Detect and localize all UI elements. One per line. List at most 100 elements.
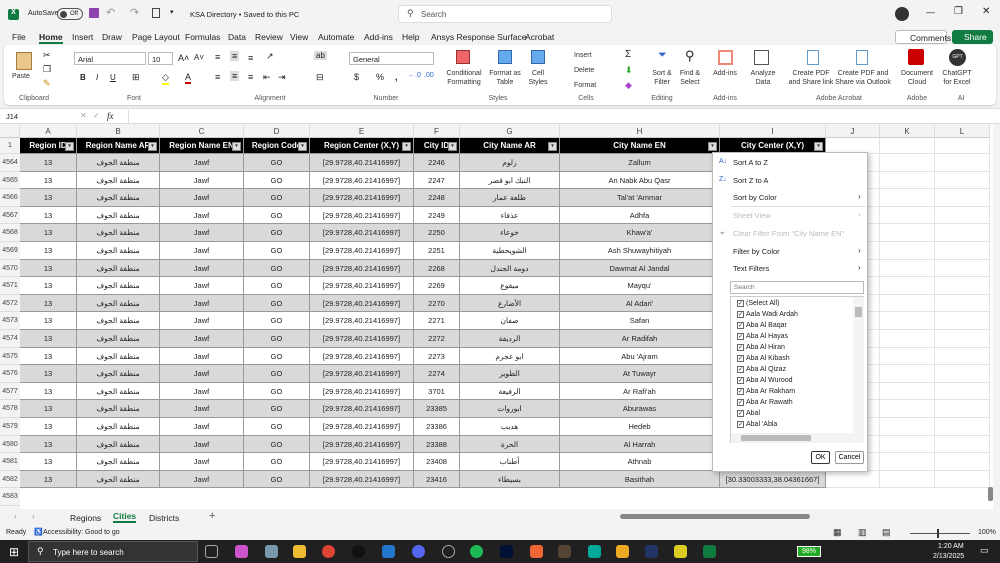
horizontal-scrollbar[interactable] <box>620 514 810 519</box>
table-cell[interactable]: منطقة الجوف <box>77 224 160 242</box>
insert-function-button[interactable]: fx <box>107 111 114 121</box>
table-cell[interactable] <box>935 277 990 295</box>
table-cell[interactable]: 13 <box>20 224 77 242</box>
table-cell[interactable]: Khaw'a' <box>560 224 720 242</box>
align-top-icon[interactable]: ≡ <box>215 52 220 62</box>
table-cell[interactable]: GO <box>244 418 310 436</box>
font-name-select[interactable]: Arial <box>74 52 146 65</box>
decrease-decimal-icon[interactable]: .00 <box>424 72 434 79</box>
row-header[interactable]: 4565 <box>0 171 20 190</box>
table-cell[interactable] <box>880 259 935 278</box>
row-header[interactable]: 4574 <box>0 330 20 348</box>
table-cell[interactable]: 13 <box>20 277 77 295</box>
app-icon[interactable] <box>442 545 455 558</box>
table-cell[interactable]: 23388 <box>414 435 460 454</box>
table-cell[interactable]: [29.9728,40.21416997] <box>310 171 414 190</box>
table-cell[interactable]: 13 <box>20 470 77 489</box>
checkbox-checked-icon[interactable]: ✓ <box>737 399 744 406</box>
table-cell[interactable]: منطقة الجوف <box>77 312 160 330</box>
table-cell[interactable]: 2250 <box>414 224 460 242</box>
table-cell[interactable]: صفان <box>460 312 560 330</box>
table-cell[interactable]: GO <box>244 242 310 260</box>
sort-filter-button[interactable]: Sort & Filter <box>650 69 674 87</box>
table-cell[interactable]: هديب <box>460 418 560 436</box>
tab-view[interactable]: View <box>290 32 308 42</box>
tab-data[interactable]: Data <box>228 32 246 42</box>
paste-button[interactable]: Paste <box>12 72 30 81</box>
table-cell[interactable]: 13 <box>20 400 77 418</box>
table-cell[interactable]: النبك ابو قصر <box>460 171 560 190</box>
column-header[interactable]: K <box>880 125 935 138</box>
filter-values-list[interactable]: ✓ (Select All) ✓ Aala Wadi Ardah ✓ Aba Al Baq… <box>730 296 864 443</box>
table-cell[interactable] <box>935 365 990 383</box>
table-cell[interactable]: Jawf <box>160 347 244 366</box>
spotify-icon[interactable] <box>470 545 483 558</box>
app-icon[interactable] <box>616 545 629 558</box>
table-cell[interactable] <box>880 206 935 225</box>
table-cell[interactable]: [29.9728,40.21416997] <box>310 224 414 242</box>
table-cell[interactable]: Dawmat Al Jandal <box>560 259 720 278</box>
table-header-cell[interactable]: Region Center (X,Y) ▾ <box>310 138 414 154</box>
table-cell[interactable]: 23408 <box>414 453 460 471</box>
table-cell[interactable]: Jawf <box>160 294 244 313</box>
table-cell[interactable]: GO <box>244 400 310 418</box>
table-cell[interactable]: GO <box>244 347 310 366</box>
checkbox-checked-icon[interactable]: ✓ <box>737 366 744 373</box>
column-header[interactable]: H <box>560 125 720 138</box>
table-cell[interactable]: [29.9728,40.21416997] <box>310 382 414 401</box>
table-cell[interactable] <box>935 154 990 172</box>
table-cell[interactable]: Ar Radifah <box>560 330 720 348</box>
table-cell[interactable]: 13 <box>20 435 77 454</box>
table-cell[interactable]: 13 <box>20 189 77 207</box>
cancel-icon[interactable]: ✕ <box>80 111 87 120</box>
row-header[interactable]: 4570 <box>0 259 20 278</box>
table-header-cell[interactable]: Region Name AR ▾ <box>77 138 160 154</box>
table-cell[interactable] <box>935 400 990 418</box>
table-cell[interactable]: 13 <box>20 171 77 190</box>
filter-value-item[interactable]: ✓ Aba Al Hiran <box>737 344 785 351</box>
empty-cell[interactable] <box>880 138 935 154</box>
table-cell[interactable]: 13 <box>20 418 77 436</box>
table-cell[interactable]: 2269 <box>414 277 460 295</box>
filter-value-item[interactable]: ✓ (Select All) <box>737 300 779 307</box>
table-cell[interactable]: 23416 <box>414 470 460 489</box>
row-header[interactable]: 4566 <box>0 189 20 207</box>
table-cell[interactable]: Adhfa <box>560 206 720 225</box>
excel-taskbar-icon[interactable] <box>703 545 716 558</box>
row-header[interactable]: 4568 <box>0 224 20 242</box>
table-cell[interactable] <box>880 189 935 207</box>
table-cell[interactable]: Jawf <box>160 154 244 172</box>
align-left-icon[interactable]: ≡ <box>215 72 220 82</box>
filter-dropdown-button[interactable]: ▾ <box>814 142 823 151</box>
table-cell[interactable] <box>935 453 990 471</box>
format-as-table-button[interactable]: Format as Table <box>486 69 524 87</box>
sheet-tab-cities[interactable]: Cities <box>113 511 137 523</box>
filter-by-color[interactable]: Filter by Color <box>733 247 780 256</box>
table-cell[interactable] <box>880 154 935 172</box>
column-header[interactable]: L <box>935 125 990 138</box>
tab-help[interactable]: Help <box>402 32 419 42</box>
copy-icon[interactable]: ❐ <box>43 64 51 75</box>
borders-icon[interactable]: ⊞ <box>132 72 140 83</box>
tab-insert[interactable]: Insert <box>72 32 93 42</box>
increase-decimal-icon[interactable]: ←.0 <box>408 72 421 79</box>
table-cell[interactable]: 13 <box>20 154 77 172</box>
table-cell[interactable]: Jawf <box>160 277 244 295</box>
wrap-text-icon[interactable]: ab <box>314 51 327 60</box>
tab-home[interactable]: Home <box>39 32 63 44</box>
table-cell[interactable]: [30.33003333,38.04361667] <box>720 470 826 489</box>
create-pdf-outlook-button[interactable]: Create PDF and Share via Outlook <box>834 69 892 87</box>
table-cell[interactable]: GO <box>244 312 310 330</box>
row-header[interactable]: 4571 <box>0 277 20 295</box>
table-cell[interactable]: 13 <box>20 206 77 225</box>
table-cell[interactable]: منطقة الجوف <box>77 171 160 190</box>
table-cell[interactable]: Jawf <box>160 382 244 401</box>
filter-value-item[interactable]: ✓ Aba Al Hayas <box>737 333 788 340</box>
table-cell[interactable] <box>880 277 935 295</box>
table-cell[interactable] <box>935 242 990 260</box>
table-cell[interactable] <box>935 382 990 401</box>
fill-icon[interactable]: ⬇ <box>625 65 633 76</box>
search-box[interactable]: ⚲ Search <box>398 5 612 23</box>
table-cell[interactable]: الأضارع <box>460 294 560 313</box>
tab-add-ins[interactable]: Add-ins <box>364 32 393 42</box>
